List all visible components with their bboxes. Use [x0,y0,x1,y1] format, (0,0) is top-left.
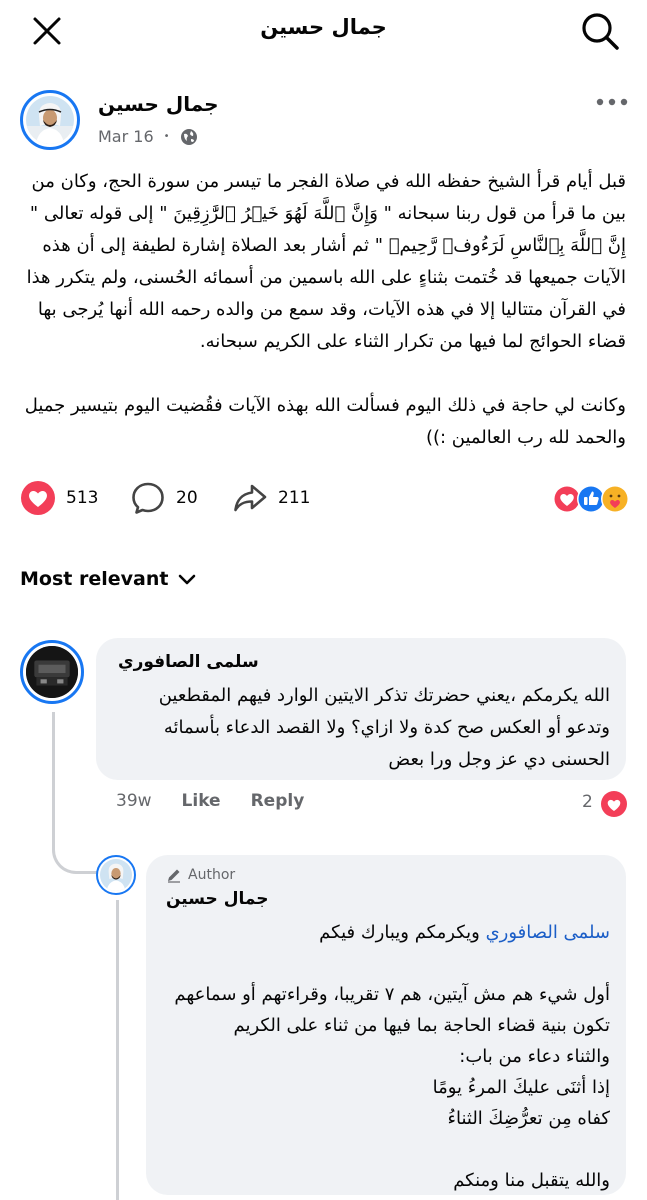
meta-separator: • [163,131,170,142]
share-icon [234,484,267,512]
comment-actions: 39w Like Reply [116,791,304,811]
more-options-icon[interactable] [595,92,629,112]
search-icon[interactable] [579,10,621,52]
reply-bubble: Author جمال حسين سلمى الصافوري ويكرمكم و… [146,855,626,1195]
comment-like-button[interactable]: Like [182,791,221,811]
pencil-icon [168,869,180,883]
reply-body: أول شيء هم مش آيتين، هم ٧ تقريبا، وقراءت… [174,984,610,1191]
comment-count: 20 [176,488,198,508]
reply-author-name[interactable]: جمال حسين [166,889,269,909]
author-avatar[interactable] [20,90,80,150]
reactions-bar: 513 20 211 [20,480,630,520]
comment-button[interactable]: 20 [130,480,198,516]
globe-icon [180,128,197,145]
share-button[interactable]: 211 [232,480,310,516]
like-count: 513 [66,488,99,508]
reaction-summary[interactable] [553,484,630,514]
author-badge: Author [166,867,235,883]
author-badge-label: Author [188,867,236,883]
comment-reaction-count[interactable]: 2 [582,792,593,812]
commenter-name[interactable]: سلمى الصافوري [118,652,259,672]
reply-text: سلمى الصافوري ويكرمكم ويبارك فيكم أول شي… [160,917,610,1196]
post-text: قبل أيام قرأ الشيخ حفظه الله في صلاة الف… [24,171,626,448]
comment-sort-dropdown[interactable]: Most relevant [20,568,198,590]
thread-line [52,712,102,874]
comment-reply-button[interactable]: Reply [251,791,305,811]
heart-reaction-icon [21,481,55,515]
heart-reaction-icon[interactable] [600,790,628,818]
share-count: 211 [278,488,311,508]
sort-label: Most relevant [20,568,169,590]
commenter-avatar[interactable] [20,640,84,704]
comment-time[interactable]: 39w [116,791,152,811]
reply-author-avatar[interactable] [96,855,136,895]
like-button[interactable]: 513 [20,480,98,516]
page-title: جمال حسين [260,15,387,39]
post-author-name[interactable]: جمال حسين [98,92,219,116]
comment-icon [132,482,164,514]
thread-line [116,900,119,1200]
post-date[interactable]: Mar 16 [98,127,154,146]
reply-greeting: ويكرمكم ويبارك فيكم [319,922,486,943]
care-reaction-icon [601,485,629,513]
top-bar: جمال حسين [0,0,647,64]
comment-text: الله يكرمكم ،يعني حضرتك تذكر الايتين الو… [152,685,610,770]
comment-bubble: سلمى الصافوري الله يكرمكم ،يعني حضرتك تذ… [96,638,626,780]
post-meta: Mar 16 • [98,127,198,146]
mention-link[interactable]: سلمى الصافوري [486,922,610,943]
chevron-down-icon [179,574,196,585]
